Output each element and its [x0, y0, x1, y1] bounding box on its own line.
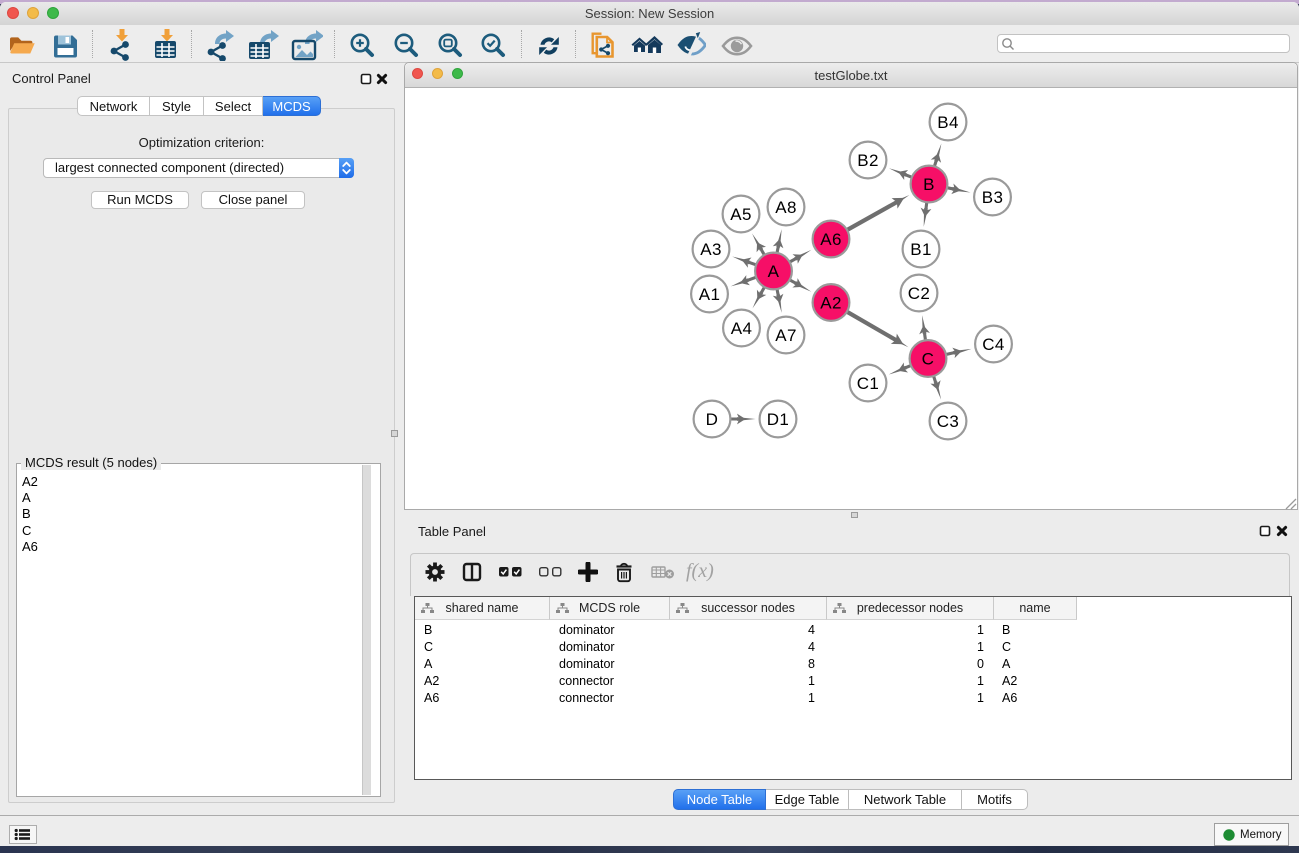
- svg-text:A3: A3: [700, 240, 722, 259]
- svg-text:C3: C3: [937, 412, 960, 431]
- svg-text:B4: B4: [937, 113, 959, 132]
- svg-text:A5: A5: [730, 205, 752, 224]
- svg-text:D1: D1: [767, 410, 790, 429]
- svg-text:D: D: [706, 410, 719, 429]
- svg-text:C: C: [922, 350, 935, 369]
- svg-text:A1: A1: [699, 285, 721, 304]
- svg-text:B2: B2: [857, 151, 879, 170]
- svg-text:A7: A7: [775, 326, 797, 345]
- svg-text:B1: B1: [910, 240, 932, 259]
- svg-text:B: B: [923, 175, 935, 194]
- svg-text:B3: B3: [982, 188, 1004, 207]
- svg-text:A8: A8: [775, 198, 797, 217]
- svg-text:C2: C2: [908, 284, 931, 303]
- svg-text:A6: A6: [820, 230, 842, 249]
- svg-text:A2: A2: [820, 294, 842, 313]
- svg-text:A4: A4: [731, 319, 753, 338]
- svg-text:C4: C4: [982, 335, 1005, 354]
- svg-text:C1: C1: [857, 374, 880, 393]
- svg-text:A: A: [768, 262, 780, 281]
